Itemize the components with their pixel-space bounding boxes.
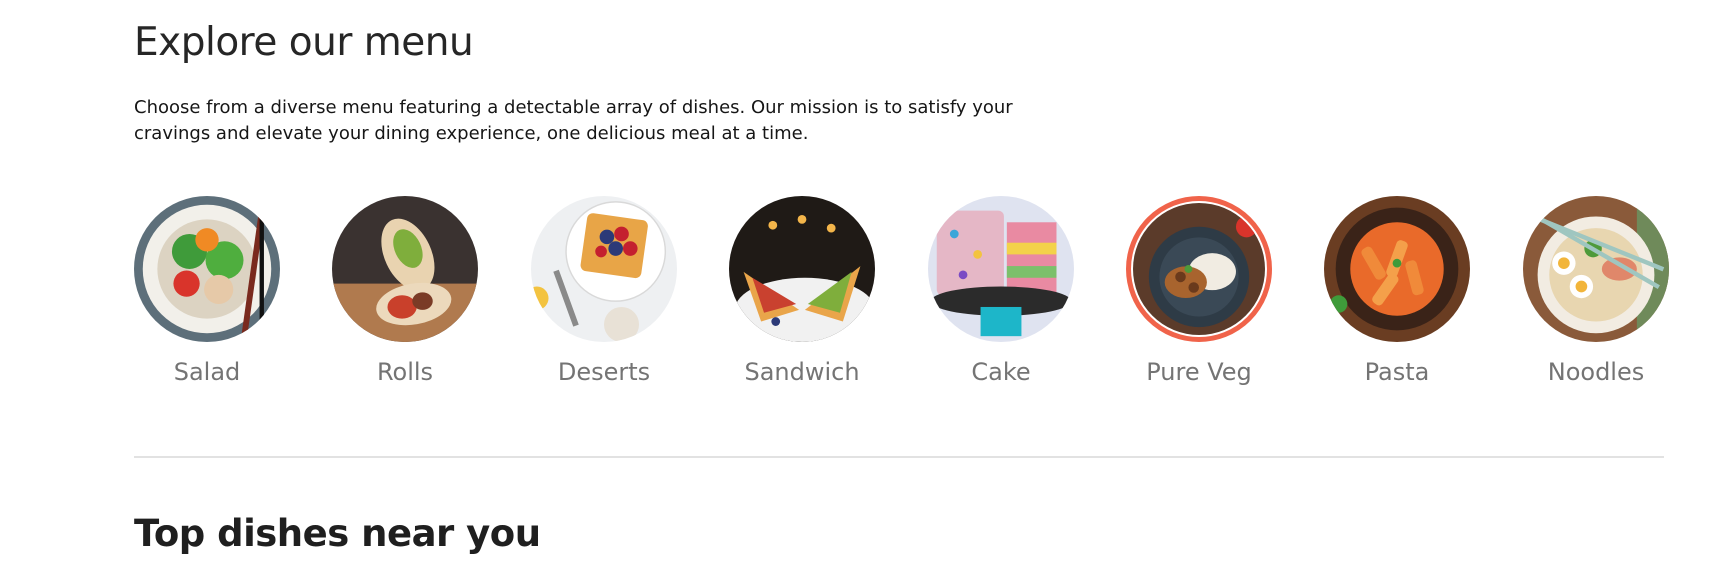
menu-item-rolls[interactable]: Rolls [332,196,478,386]
sandwich-image[interactable] [729,196,875,342]
menu-item-label: Pure Veg [1146,358,1252,386]
menu-item-label: Noodles [1547,358,1645,386]
menu-item-label: Deserts [557,358,651,386]
menu-item-label: Sandwich [744,358,860,386]
menu-item-deserts[interactable]: Deserts [531,196,677,386]
top-dishes-title: Top dishes near you [134,512,541,555]
menu-list: Salad Rolls Deserts Sandwich Cake Pure V… [134,196,1669,406]
menu-item-pure-veg[interactable]: Pure Veg [1126,196,1272,386]
menu-item-salad[interactable]: Salad [134,196,280,386]
menu-item-sandwich[interactable]: Sandwich [729,196,875,386]
menu-item-label: Salad [173,358,241,386]
explore-menu-description: Choose from a diverse menu featuring a d… [134,97,1013,144]
page: Explore our menu Choose from a diverse m… [0,0,1722,582]
menu-item-label: Cake [971,358,1031,386]
pure-veg-image[interactable] [1126,196,1272,342]
salad-image[interactable] [134,196,280,342]
deserts-image[interactable] [531,196,677,342]
menu-item-label: Pasta [1364,358,1430,386]
cake-image[interactable] [928,196,1074,342]
explore-menu-title: Explore our menu [134,20,474,65]
rolls-image[interactable] [332,196,478,342]
section-divider [134,456,1664,458]
pasta-image[interactable] [1324,196,1470,342]
menu-item-noodles[interactable]: Noodles [1523,196,1669,386]
menu-item-pasta[interactable]: Pasta [1324,196,1470,386]
noodles-image[interactable] [1523,196,1669,342]
menu-item-cake[interactable]: Cake [928,196,1074,386]
menu-item-label: Rolls [376,358,434,386]
